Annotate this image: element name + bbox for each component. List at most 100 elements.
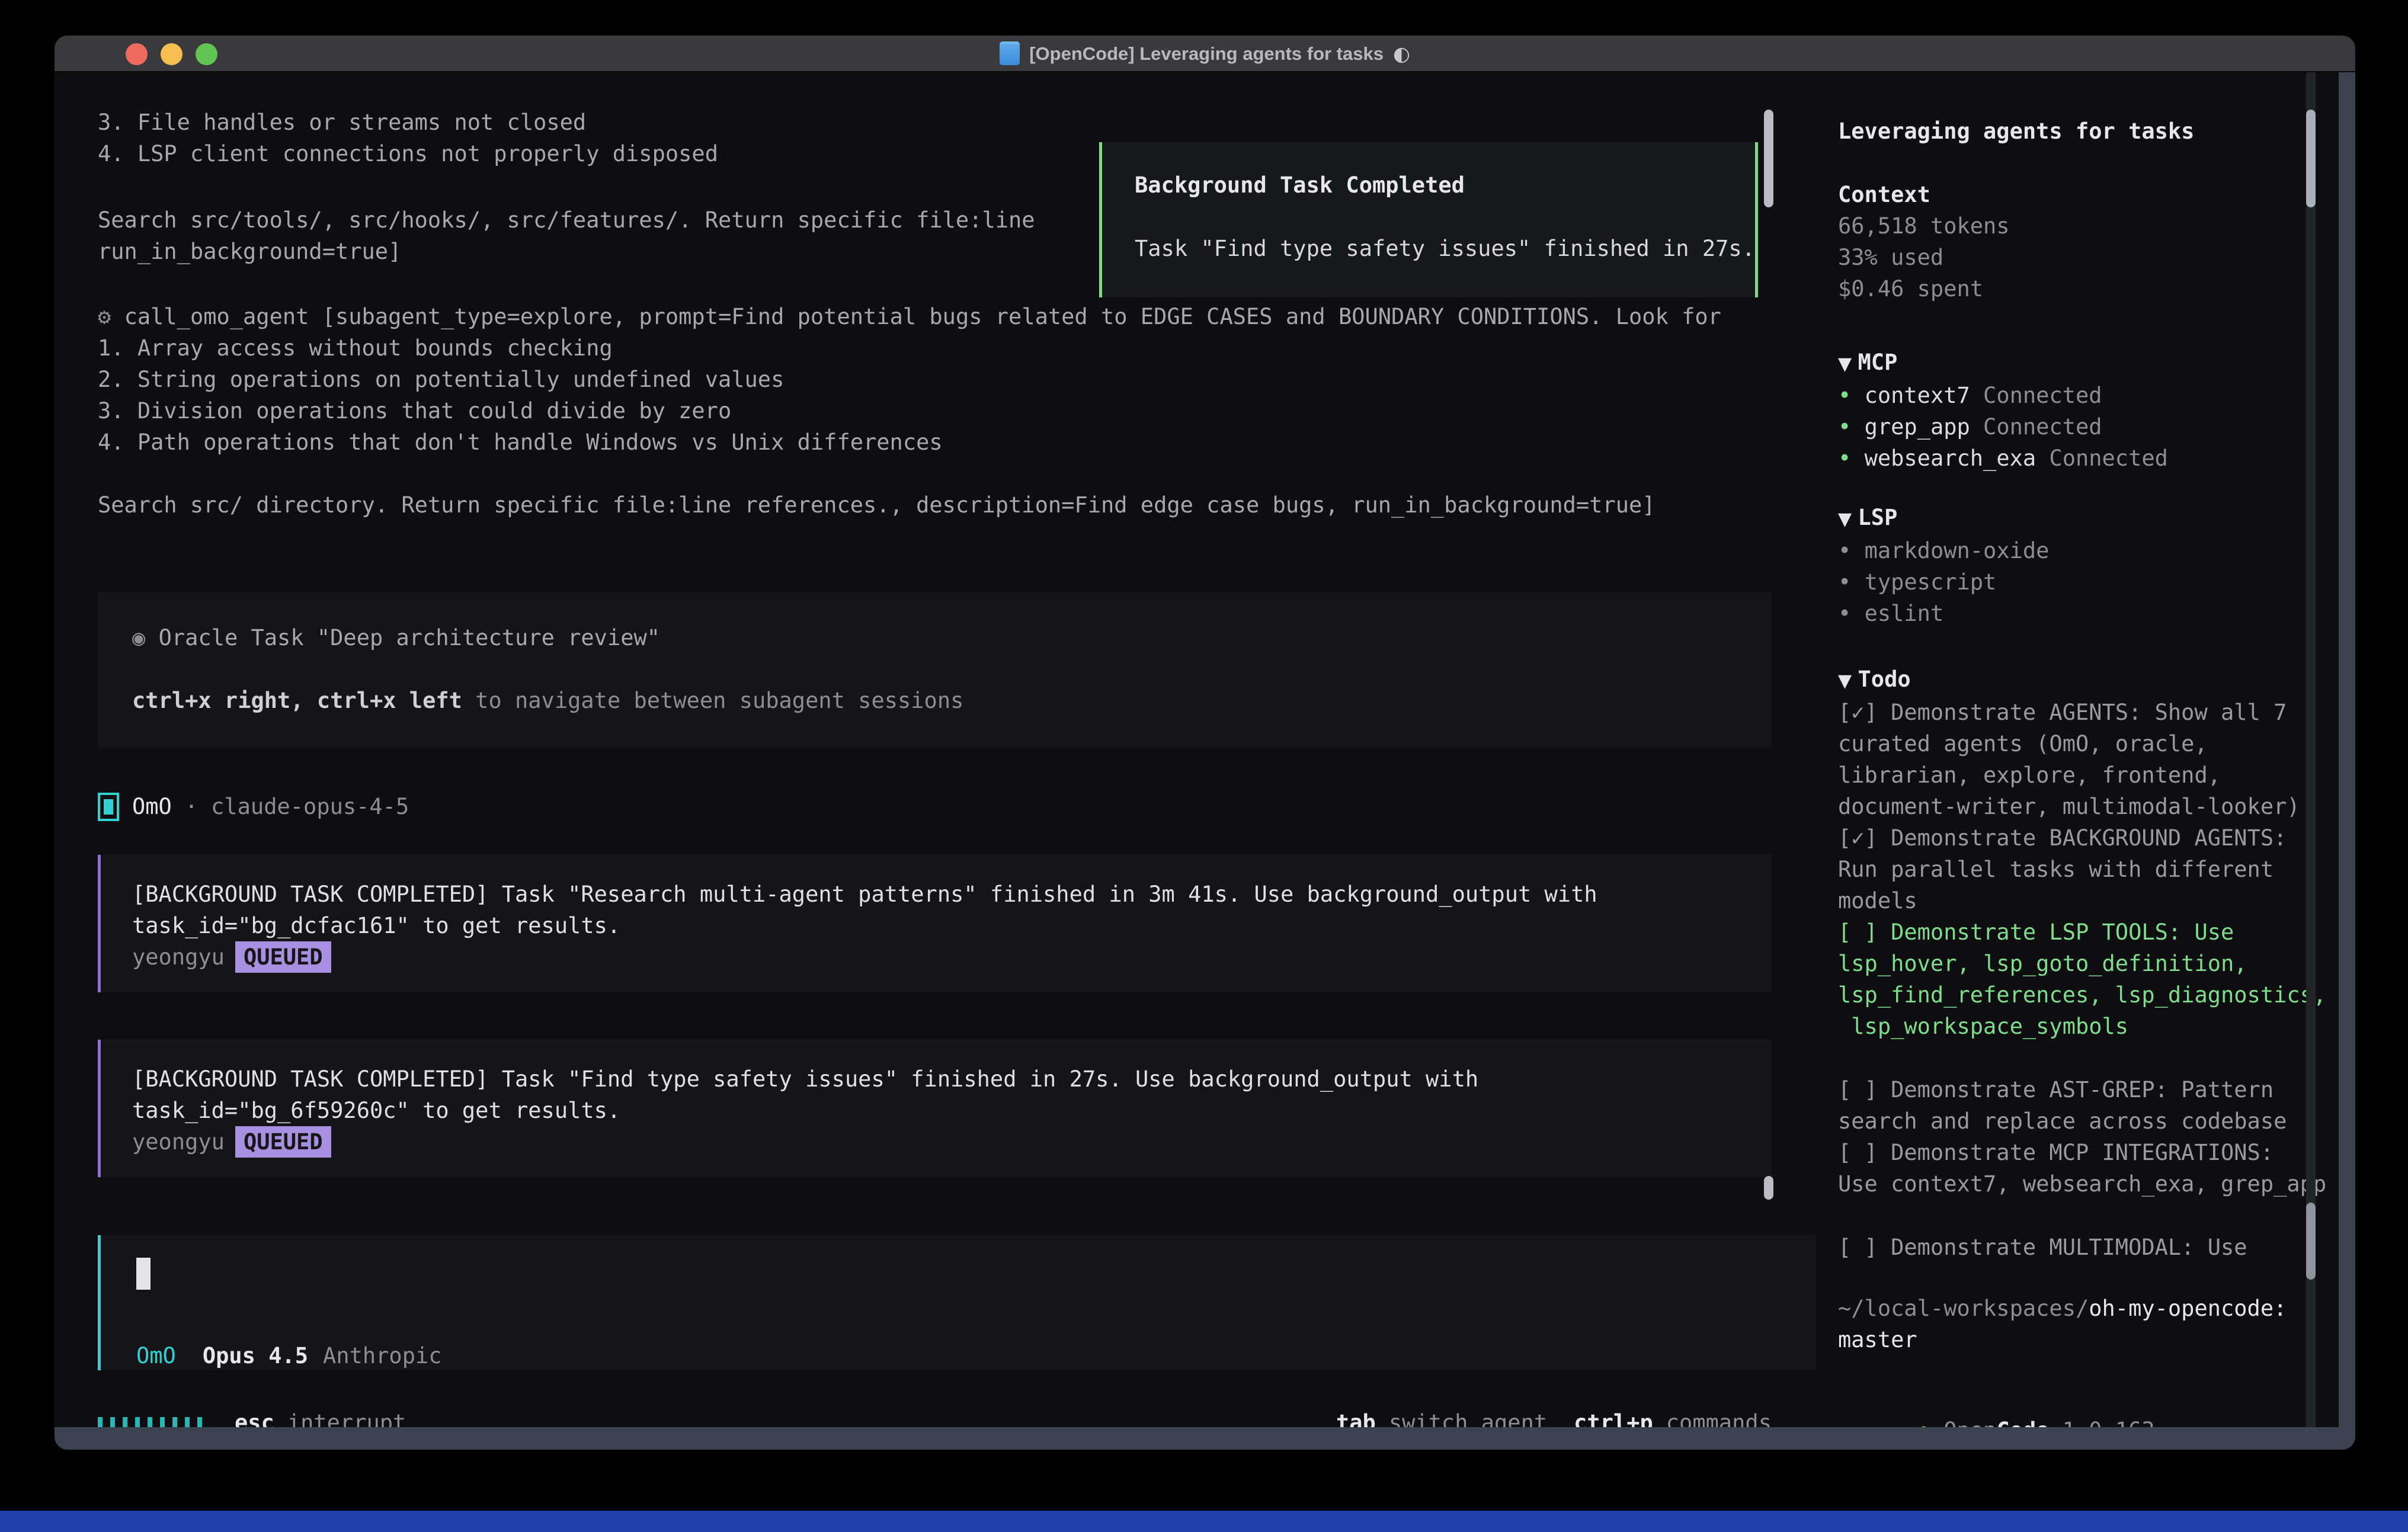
oracle-task-title: ◉ Oracle Task "Deep architecture review" (132, 622, 1772, 653)
chevron-down-icon[interactable]: ▼ (1838, 509, 1858, 530)
status-badge: QUEUED (235, 1126, 331, 1158)
background-task-message[interactable]: [BACKGROUND TASK COMPLETED] Task "Resear… (98, 855, 1772, 992)
gear-icon: ⚙ (98, 304, 111, 329)
todo-item: [ ] Demonstrate LSP TOOLS: Uselsp_hover,… (1838, 916, 2328, 1042)
app-name-bold: Code (1996, 1418, 2049, 1427)
bullet-icon: • (1838, 601, 1865, 626)
mcp-server-name: context7 (1865, 383, 1970, 408)
bullet-icon: • (1838, 383, 1865, 408)
todo-line: lsp_find_references, lsp_diagnostics, (1838, 979, 2328, 1011)
half-circle-icon: ◐ (1393, 38, 1410, 69)
background-task-message[interactable]: [BACKGROUND TASK COMPLETED] Task "Find t… (98, 1040, 1772, 1177)
todo-section: ▼ Todo [✓] Demonstrate AGENTS: Show all … (1838, 664, 2328, 1263)
mcp-item: • grep_app Connected (1838, 411, 2328, 443)
close-button[interactable] (126, 43, 148, 65)
agent-icon-inner (104, 799, 113, 815)
app-version: 1.0.163 (2063, 1418, 2155, 1427)
agent-icon (98, 793, 119, 821)
workspace-path: ~/local-workspaces/oh-my-opencode: (1838, 1293, 2328, 1324)
workspace-branch: master (1838, 1324, 2328, 1355)
task-line: task_id="bg_6f59260c" to get results. (132, 1095, 1772, 1126)
todo-line: curated agents (OmO, oracle, (1838, 728, 2328, 759)
todo-line: [✓] Demonstrate BACKGROUND AGENTS: (1838, 822, 2328, 854)
todo-line: lsp_workspace_symbols (1838, 1011, 2328, 1042)
tool-call-block: ⚙ call_omo_agent [subagent_type=explore,… (98, 301, 1721, 521)
todo-line: Use context7, websearch_exa, grep_app (1838, 1168, 2328, 1200)
todo-line: [ ] Demonstrate MULTIMODAL: Use (1838, 1232, 2328, 1263)
lsp-item: • markdown-oxide (1838, 535, 2328, 566)
lsp-server-name: markdown-oxide (1865, 538, 2050, 563)
mcp-server-status: Connected (1970, 414, 2102, 440)
task-line: [BACKGROUND TASK COMPLETED] Task "Find t… (132, 1063, 1772, 1095)
notification-title: Background Task Completed (1135, 169, 1755, 201)
task-meta: yeongyuQUEUED (132, 941, 1772, 973)
context-spent: $0.46 spent (1838, 273, 2328, 305)
oracle-task-card[interactable]: ◉ Oracle Task "Deep architecture review"… (98, 592, 1772, 748)
chevron-down-icon[interactable]: ▼ (1838, 354, 1858, 374)
mcp-server-name: grep_app (1865, 414, 1970, 440)
task-meta: yeongyuQUEUED (132, 1126, 1772, 1158)
lsp-list: • markdown-oxide• typescript• eslint (1838, 535, 2328, 629)
mcp-item: • context7 Connected (1838, 380, 2328, 411)
toast-notification[interactable]: Background Task Completed Task "Find typ… (1099, 142, 1758, 297)
input-model-name[interactable]: Opus 4.5 (203, 1340, 308, 1371)
workspace-info: ~/local-workspaces/oh-my-opencode: maste… (1838, 1293, 2328, 1355)
terminal-window: [OpenCode] Leveraging agents for tasks ◐… (55, 36, 2355, 1450)
mcp-list: • context7 Connected• grep_app Connected… (1838, 380, 2328, 474)
hint-text: to navigate between subagent sessions (462, 688, 963, 713)
version-line: • OpenCode 1.0.163 (1838, 1383, 2328, 1427)
tool-call-item: 1. Array access without bounds checking (98, 332, 1721, 364)
todo-heading: ▼ Todo (1838, 664, 2328, 697)
todo-line: [✓] Demonstrate AGENTS: Show all 7 (1838, 697, 2328, 728)
todo-line: librarian, explore, frontend, (1838, 759, 2328, 791)
titlebar[interactable]: [OpenCode] Leveraging agents for tasks ◐ (55, 36, 2355, 72)
mcp-server-status: Connected (2036, 446, 2168, 471)
notification-body: Task "Find type safety issues" finished … (1135, 233, 1755, 264)
todo-scrollbar-thumb[interactable] (2306, 1203, 2316, 1280)
record-icon: ◉ (132, 625, 145, 650)
todo-item: [ ] Demonstrate MULTIMODAL: Use (1838, 1232, 2328, 1263)
agent-name: OmO (132, 791, 172, 822)
task-line: [BACKGROUND TASK COMPLETED] Task "Resear… (132, 879, 1772, 910)
zoom-button[interactable] (196, 43, 217, 65)
session-title: Leveraging agents for tasks (1838, 116, 2328, 147)
mcp-server-status: Connected (1970, 383, 2102, 408)
mcp-heading: ▼ MCP (1838, 347, 2328, 380)
todo-line: [ ] Demonstrate LSP TOOLS: Use (1838, 916, 2328, 948)
window-title-text: [OpenCode] Leveraging agents for tasks (1029, 38, 1384, 69)
desktop-accent-strip (0, 1511, 2408, 1532)
sidebar-scrollbar-thumb[interactable] (2306, 110, 2316, 207)
tool-call-tail: Search src/ directory. Return specific f… (98, 489, 1721, 521)
agent-header: OmO · claude-opus-4-5 (98, 791, 409, 822)
main-scrollbar-thumb[interactable] (1764, 110, 1773, 207)
navigation-hint: ctrl+x right, ctrl+x left to navigate be… (132, 685, 1772, 716)
main-scrollbar-thumb-lower[interactable] (1764, 1176, 1773, 1200)
mcp-section: ▼ MCP • context7 Connected• grep_app Con… (1838, 347, 2328, 474)
todo-item: [✓] Demonstrate BACKGROUND AGENTS:Run pa… (1838, 822, 2328, 916)
chevron-down-icon[interactable]: ▼ (1838, 671, 1858, 691)
tool-call-header: ⚙ call_omo_agent [subagent_type=explore,… (98, 301, 1721, 332)
context-section: Context 66,518 tokens 33% used $0.46 spe… (1838, 179, 2328, 305)
task-line: task_id="bg_dcfac161" to get results. (132, 910, 1772, 941)
assistant-text-block: 3. File handles or streams not closed 4.… (98, 107, 718, 169)
lsp-server-name: eslint (1865, 601, 1944, 626)
todo-item: [ ] Demonstrate MCP INTEGRATIONS:Use con… (1838, 1137, 2328, 1200)
todo-line: models (1838, 885, 2328, 916)
model-row: OmO Opus 4.5 Anthropic (136, 1340, 1816, 1371)
mcp-item: • websearch_exa Connected (1838, 443, 2328, 474)
input-agent-name[interactable]: OmO (136, 1340, 176, 1371)
minimize-button[interactable] (161, 43, 182, 65)
sidebar: Leveraging agents for tasks Context 66,5… (1804, 72, 2339, 1427)
bullet-icon: • (1838, 569, 1865, 595)
hint-keys: ctrl+x right, ctrl+x left (132, 688, 462, 713)
prompt-input[interactable]: OmO Opus 4.5 Anthropic (98, 1235, 1816, 1370)
lsp-heading: ▼ LSP (1838, 502, 2328, 535)
window-frame-bottom (55, 1427, 2355, 1450)
lsp-section: ▼ LSP • markdown-oxide• typescript• esli… (1838, 502, 2328, 629)
todo-line: Run parallel tasks with different (1838, 854, 2328, 885)
todo-item: [✓] Demonstrate AGENTS: Show all 7curate… (1838, 697, 2328, 822)
todo-list: [✓] Demonstrate AGENTS: Show all 7curate… (1838, 697, 2328, 1263)
assistant-text-block: Search src/tools/, src/hooks/, src/featu… (98, 204, 1035, 267)
text-line: 4. LSP client connections not properly d… (98, 138, 718, 169)
tool-call-item: 3. Division operations that could divide… (98, 395, 1721, 427)
